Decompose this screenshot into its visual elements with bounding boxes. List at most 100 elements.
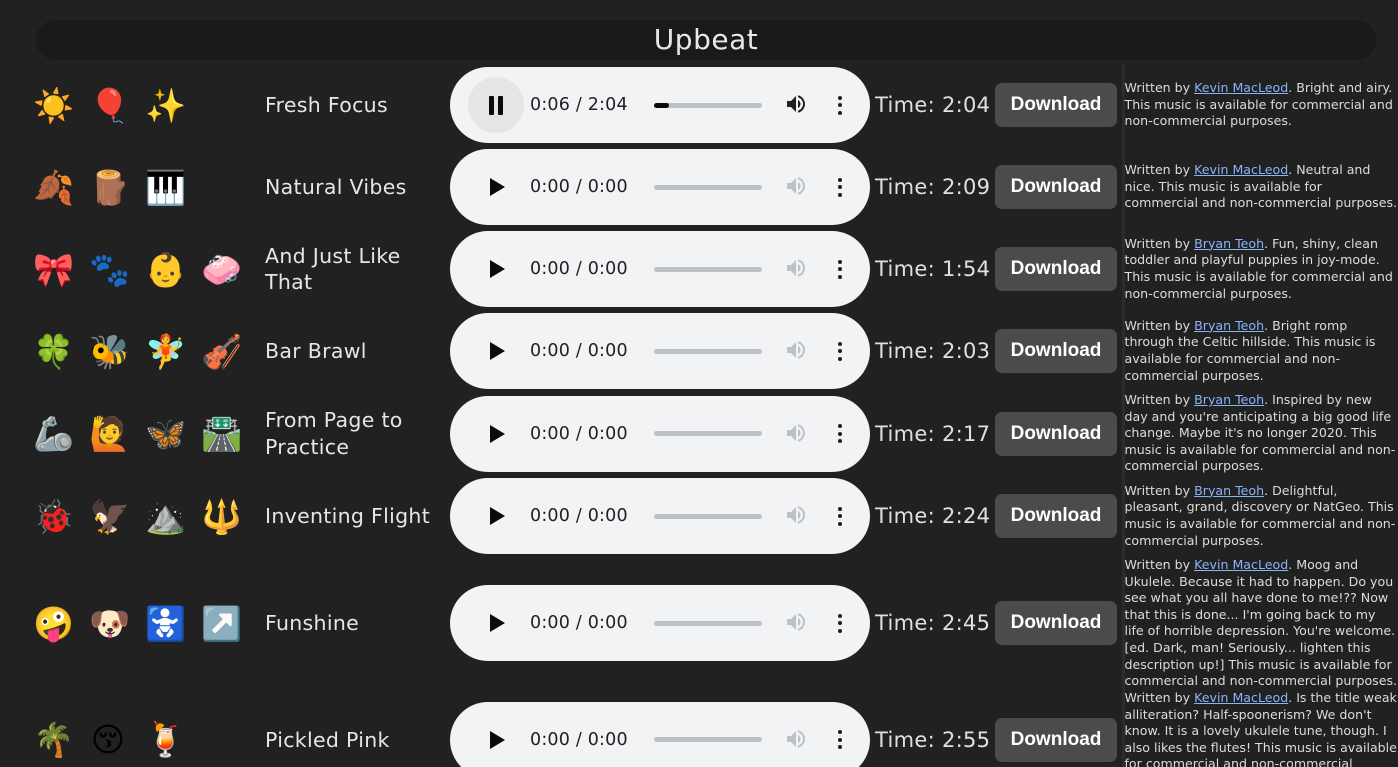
track-title: From Page to Practice (265, 408, 403, 459)
more-options-icon[interactable] (830, 506, 850, 526)
more-options-icon[interactable] (830, 177, 850, 197)
more-options-icon[interactable] (830, 95, 850, 115)
audio-player[interactable]: 0:00 / 0:00 (450, 149, 870, 225)
seek-slider[interactable] (653, 513, 762, 519)
seek-slider[interactable] (653, 266, 762, 272)
mechanical-arm-emoji: 🦾 (33, 414, 75, 454)
volume-icon[interactable] (782, 256, 812, 282)
author-link[interactable]: Bryan Teoh (1194, 318, 1264, 333)
ribbon-emoji: 🎀 (33, 249, 75, 289)
track-description: Written by Kevin MacLeod. Moog and Ukule… (1121, 557, 1398, 690)
seek-slider[interactable] (653, 620, 762, 626)
author-link[interactable]: Kevin MacLeod (1194, 80, 1288, 95)
audio-player-cell: 0:00 / 0:00 (450, 557, 875, 690)
track-emoji-cell: ☀️ 🎈 ✨ (0, 64, 265, 146)
download-button[interactable]: Download (995, 717, 1117, 762)
play-icon (490, 614, 505, 633)
audio-player[interactable]: 0:00 / 0:00 (450, 478, 870, 555)
track-title: Funshine (265, 611, 360, 636)
track-duration-label: Time: 2:17 (875, 421, 991, 446)
track-emoji-cell: 🦾 🙋 🦋 🛣️ (0, 392, 265, 475)
track-duration-label: Time: 2:04 (875, 93, 991, 117)
download-cell: Download (995, 690, 1123, 767)
track-row: 🍂 🪵 🎹 Natural Vibes 0:00 / 0:00 Time: 2:09 Dow… (0, 146, 1398, 228)
seek-slider[interactable] (653, 184, 762, 190)
volume-icon[interactable] (782, 338, 812, 364)
audio-player[interactable]: 0:00 / 0:00 (450, 313, 870, 389)
download-button[interactable]: Download (995, 247, 1117, 291)
volume-icon[interactable] (782, 92, 812, 118)
tropical-drink-emoji: 🍹 (145, 720, 187, 760)
audio-player[interactable]: 0:00 / 0:00 (450, 231, 870, 307)
more-options-icon[interactable] (830, 259, 850, 279)
play-button[interactable] (468, 159, 524, 215)
play-icon (490, 507, 505, 526)
more-options-icon[interactable] (830, 424, 850, 444)
download-button[interactable]: Download (995, 165, 1117, 209)
wood-log-emoji: 🪵 (89, 167, 131, 207)
seek-slider[interactable] (653, 431, 762, 437)
volume-icon[interactable] (782, 174, 812, 200)
playback-time-display: 0:06 / 2:04 (530, 95, 628, 115)
play-button[interactable] (468, 595, 524, 651)
violin-emoji: 🎻 (201, 331, 243, 371)
playback-time-display: 0:00 / 0:00 (530, 729, 628, 750)
track-row: 🍀 🐝 🧚 🎻 Bar Brawl 0:00 / 0:00 Time: 2:03 Downlo… (0, 310, 1398, 392)
track-row: 🌴 😚 🍹 Pickled Pink 0:00 / 0:00 Time: 2:55 Down… (0, 689, 1398, 767)
track-duration-label: Time: 2:09 (875, 175, 991, 199)
play-button[interactable] (468, 323, 524, 379)
pause-button[interactable] (468, 77, 524, 133)
download-cell: Download (995, 310, 1123, 392)
download-cell: Download (995, 557, 1123, 690)
volume-icon[interactable] (782, 421, 812, 447)
download-button[interactable]: Download (995, 411, 1117, 456)
seek-slider[interactable] (653, 348, 762, 354)
audio-player-cell: 0:00 / 0:00 (450, 690, 875, 767)
more-options-icon[interactable] (830, 341, 850, 361)
seek-slider[interactable] (653, 102, 762, 108)
seek-slider[interactable] (653, 737, 762, 743)
raising-hand-emoji: 🙋 (89, 414, 131, 454)
audio-player[interactable]: 0:00 / 0:00 (450, 701, 870, 767)
track-title: And Just Like That (265, 243, 401, 294)
kissing-face-emoji: 😚 (90, 720, 126, 760)
download-button[interactable]: Download (995, 329, 1117, 373)
download-button[interactable]: Download (995, 494, 1117, 539)
track-emoji-cell: 🐞 🦅 ⛰️ 🔱 (0, 475, 265, 557)
more-options-icon[interactable] (830, 613, 850, 633)
lady-beetle-emoji: 🐞 (33, 496, 75, 536)
audio-player-cell: 0:00 / 0:00 (450, 310, 875, 392)
audio-player[interactable]: 0:00 / 0:00 (450, 585, 870, 662)
download-button[interactable]: Download (995, 601, 1117, 646)
written-by-label: Written by (1124, 235, 1195, 251)
playback-time-display: 0:00 / 0:00 (530, 259, 628, 279)
author-link[interactable]: Kevin MacLeod (1194, 162, 1288, 177)
author-link[interactable]: Bryan Teoh (1194, 392, 1264, 407)
more-options-icon[interactable] (830, 730, 850, 750)
download-cell: Download (995, 146, 1123, 228)
audio-player[interactable]: 0:00 / 0:00 (450, 395, 870, 472)
author-link[interactable]: Kevin MacLeod (1194, 557, 1288, 572)
play-button[interactable] (468, 488, 524, 544)
track-duration-label: Time: 2:55 (875, 727, 991, 752)
play-button[interactable] (468, 406, 524, 462)
sparkles-emoji: ✨ (145, 85, 187, 125)
author-link[interactable]: Kevin MacLeod (1194, 690, 1288, 705)
author-link[interactable]: Bryan Teoh (1194, 236, 1264, 251)
four-leaf-clover-emoji: 🍀 (33, 331, 75, 371)
playback-time-display: 0:00 / 0:00 (530, 423, 628, 444)
author-link[interactable]: Bryan Teoh (1194, 483, 1264, 498)
track-title: Fresh Focus (265, 92, 388, 117)
mountain-emoji: ⛰️ (145, 496, 187, 536)
volume-icon[interactable] (782, 610, 812, 636)
volume-icon[interactable] (782, 503, 812, 529)
play-button[interactable] (468, 241, 524, 297)
baby-symbol-emoji: 🚼 (145, 603, 187, 643)
written-by-label: Written by (1124, 689, 1195, 705)
audio-player[interactable]: 0:06 / 2:04 (450, 67, 870, 143)
download-button[interactable]: Download (995, 83, 1117, 127)
track-description: Written by Kevin MacLeod. Neutral and ni… (1121, 146, 1398, 228)
volume-icon[interactable] (782, 727, 812, 753)
written-by-label: Written by (1124, 482, 1195, 498)
play-button[interactable] (468, 712, 524, 767)
